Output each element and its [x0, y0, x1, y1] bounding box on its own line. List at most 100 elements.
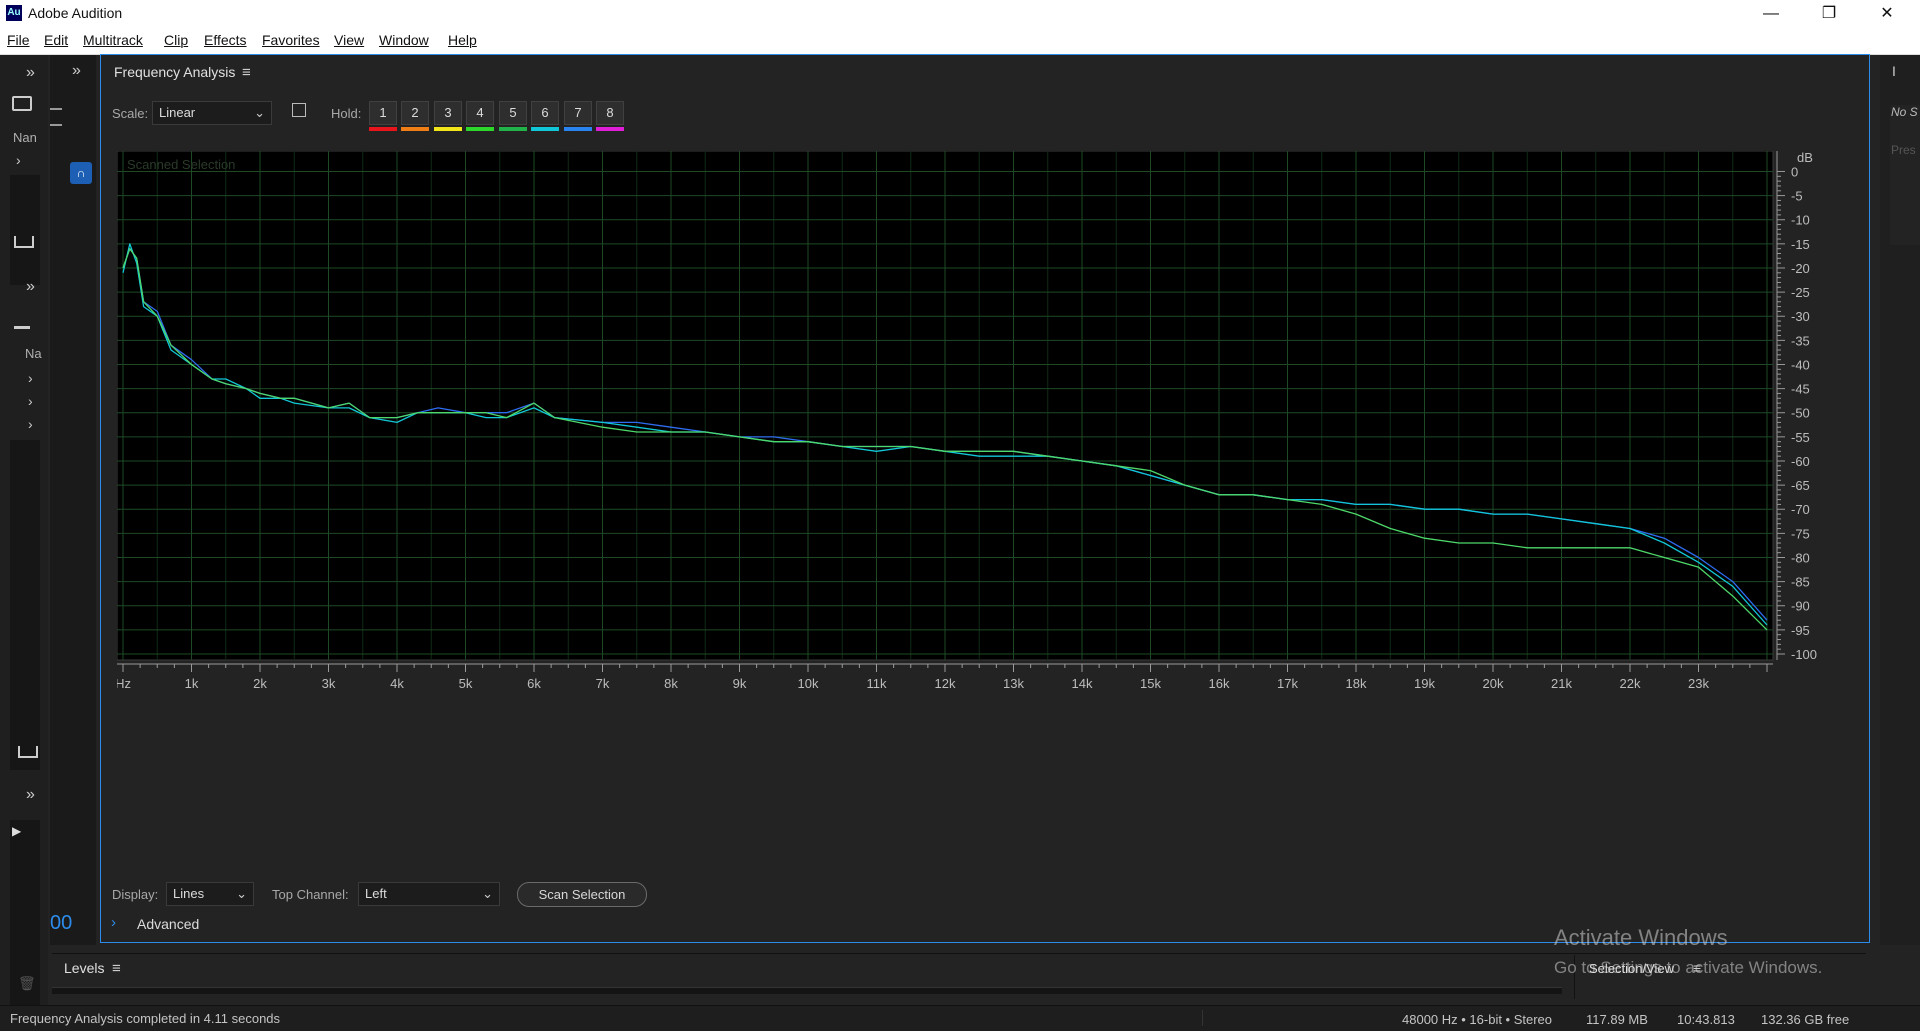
- effects-list: [10, 440, 40, 770]
- x-tick-label: 22k: [1620, 676, 1641, 691]
- hold-button-8[interactable]: 8: [596, 101, 624, 125]
- menu-favorites[interactable]: Favorites: [262, 32, 320, 48]
- chevron-right-icon[interactable]: ›: [16, 152, 21, 168]
- y-tick-label: -60: [1791, 454, 1810, 469]
- x-tick-label: 8k: [664, 676, 678, 691]
- hold-color-6: [531, 127, 559, 131]
- folder-icon[interactable]: [12, 96, 32, 111]
- app-icon: Au: [6, 5, 22, 21]
- x-tick-label: 12k: [935, 676, 956, 691]
- hold-color-2: [401, 127, 429, 131]
- panel-divider-icon[interactable]: I: [1892, 63, 1896, 79]
- time-display-fragment: 00: [50, 912, 73, 934]
- copy-to-new-icon[interactable]: [292, 103, 306, 117]
- menu-view[interactable]: View: [334, 32, 364, 48]
- effects-name-header: Na: [25, 346, 42, 361]
- scale-dropdown[interactable]: Linear ⌄: [152, 101, 272, 125]
- right-dock: I No S Pres: [1880, 55, 1920, 945]
- x-tick-label: 10k: [798, 676, 819, 691]
- restore-button[interactable]: ❐: [1806, 0, 1852, 28]
- status-bar: Frequency Analysis completed in 4.11 sec…: [0, 1005, 1920, 1031]
- y-tick-label: -25: [1791, 285, 1810, 300]
- list-icon[interactable]: [50, 108, 62, 126]
- status-audio-format: 48000 Hz • 16-bit • Stereo: [1402, 1012, 1553, 1027]
- hold-color-7: [564, 127, 592, 131]
- hold-button-5[interactable]: 5: [499, 101, 527, 125]
- export-icon[interactable]: [18, 746, 38, 758]
- hold-color-4: [466, 127, 494, 131]
- status-message: Frequency Analysis completed in 4.11 sec…: [10, 1011, 281, 1026]
- hold-button-3[interactable]: 3: [434, 101, 462, 125]
- hold-button-1[interactable]: 1: [369, 101, 397, 125]
- menu-file[interactable]: File: [7, 32, 30, 48]
- x-tick-label: 5k: [459, 676, 473, 691]
- display-dropdown[interactable]: Lines ⌄: [166, 882, 254, 906]
- trash-icon[interactable]: 🗑: [18, 975, 36, 992]
- menu-help[interactable]: Help: [448, 32, 477, 48]
- minimize-button[interactable]: —: [1748, 0, 1794, 28]
- y-tick-label: -50: [1791, 406, 1810, 421]
- chevron-down-icon: ⌄: [254, 105, 265, 120]
- x-tick-label: 13k: [1003, 676, 1024, 691]
- x-tick-label: 6k: [527, 676, 541, 691]
- scan-selection-button[interactable]: Scan Selection: [517, 882, 647, 907]
- x-tick-label: 21k: [1551, 676, 1572, 691]
- display-label: Display:: [112, 887, 159, 902]
- expand-editor-icon[interactable]: »: [72, 62, 81, 80]
- display-value: Lines: [173, 886, 205, 901]
- advanced-chevron-icon[interactable]: ›: [111, 914, 116, 931]
- menu-edit[interactable]: Edit: [44, 32, 68, 48]
- levels-menu-icon[interactable]: ≡: [112, 960, 121, 977]
- hold-button-6[interactable]: 6: [531, 101, 559, 125]
- close-button[interactable]: ✕: [1864, 0, 1910, 28]
- x-tick-label: 18k: [1346, 676, 1367, 691]
- x-tick-label: 23k: [1688, 676, 1709, 691]
- scale-value: Linear: [159, 105, 196, 120]
- frequency-plot[interactable]: Scanned Selection Hz 1k 2k 3k 4k 5k 6k 7k 8k 9k 10k…: [115, 150, 1857, 843]
- menu-effects[interactable]: Effects: [204, 32, 247, 48]
- advanced-label[interactable]: Advanced: [137, 916, 199, 932]
- editor-side-rail: [50, 55, 96, 945]
- hold-button-2[interactable]: 2: [401, 101, 429, 125]
- presets-text: Pres: [1891, 143, 1916, 157]
- left-dock-items: » Nan › » Na › › › » ▶ 🗑: [6, 60, 44, 1022]
- download-icon[interactable]: [14, 316, 30, 329]
- chevron-down-icon: ⌄: [482, 886, 493, 901]
- y-tick-label: -15: [1791, 237, 1810, 252]
- y-tick-label: -10: [1791, 213, 1810, 228]
- expand-panel-icon-3[interactable]: »: [26, 786, 35, 804]
- play-icon[interactable]: ▶: [12, 824, 21, 838]
- menu-window[interactable]: Window: [379, 32, 429, 48]
- y-tick-label: -20: [1791, 261, 1810, 276]
- x-tick-label: 2k: [253, 676, 267, 691]
- chevron-right-icon-2[interactable]: ›: [28, 370, 33, 386]
- expand-panel-icon-2[interactable]: »: [26, 278, 35, 296]
- y-tick-label: -30: [1791, 309, 1810, 324]
- status-divider: [1202, 1010, 1203, 1026]
- x-tick-label: 7k: [596, 676, 610, 691]
- right-dock-panel: [1890, 105, 1920, 245]
- y-tick-label: -85: [1791, 575, 1810, 590]
- hold-button-4[interactable]: 4: [466, 101, 494, 125]
- expand-panel-icon[interactable]: »: [26, 64, 35, 82]
- y-axis-label: dB: [1797, 151, 1813, 165]
- import-icon[interactable]: [14, 236, 34, 248]
- headphones-icon[interactable]: ∩: [70, 162, 92, 184]
- menu-clip[interactable]: Clip: [164, 32, 188, 48]
- window-title: Adobe Audition: [28, 5, 123, 21]
- chevron-down-icon: ⌄: [236, 886, 247, 901]
- y-tick-label: -100: [1791, 647, 1817, 662]
- hold-button-7[interactable]: 7: [564, 101, 592, 125]
- hold-label: Hold:: [331, 106, 362, 121]
- panel-menu-icon[interactable]: ≡: [242, 64, 251, 81]
- status-file-size: 117.89 MB: [1586, 1012, 1648, 1027]
- menu-multitrack[interactable]: Multitrack: [83, 32, 143, 48]
- chevron-right-icon-4[interactable]: ›: [28, 416, 33, 432]
- chevron-right-icon-3[interactable]: ›: [28, 393, 33, 409]
- x-axis-label: Hz: [117, 676, 131, 691]
- scale-label: Scale:: [112, 106, 149, 121]
- x-tick-label: 9k: [733, 676, 747, 691]
- top-channel-dropdown[interactable]: Left ⌄: [358, 882, 500, 906]
- x-tick-label: 1k: [185, 676, 199, 691]
- files-name-header: Nan: [13, 130, 37, 145]
